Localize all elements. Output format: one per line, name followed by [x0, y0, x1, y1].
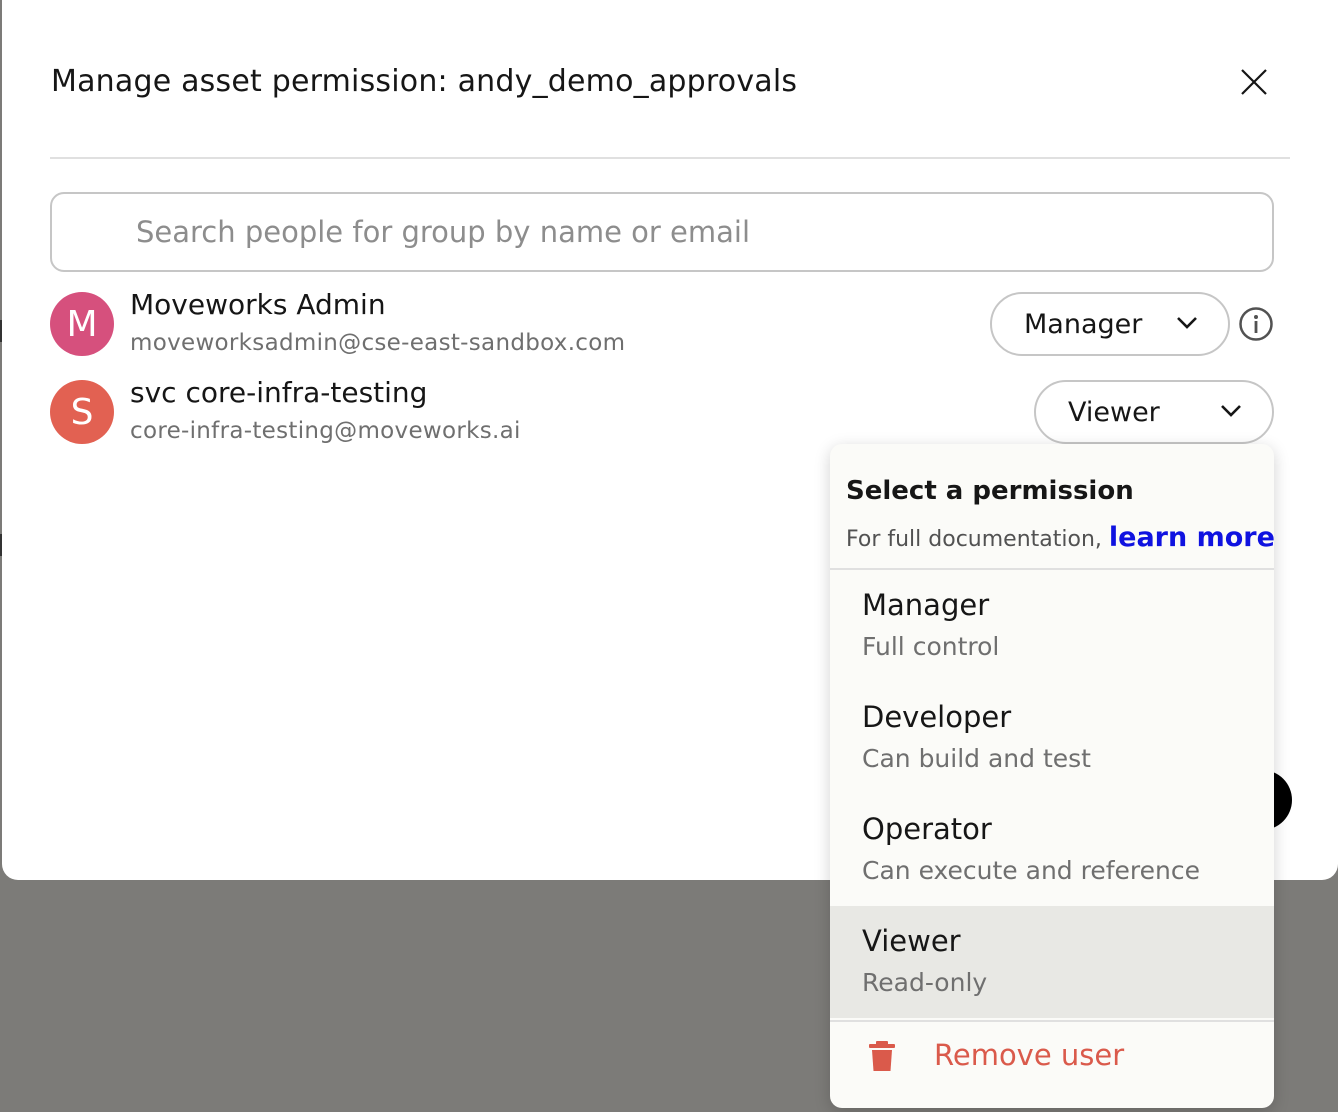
- chevron-down-icon: [1177, 317, 1197, 329]
- info-icon[interactable]: [1238, 306, 1274, 342]
- search-input[interactable]: [50, 192, 1274, 272]
- menu-item-description: Can execute and reference: [862, 856, 1200, 885]
- trash-icon: [869, 1041, 895, 1071]
- menu-item-viewer[interactable]: Viewer Read-only: [830, 906, 1274, 1018]
- permission-dropdown-label: Manager: [1024, 309, 1143, 340]
- menu-item-title: Manager: [862, 588, 990, 622]
- user-name: Moveworks Admin: [130, 288, 386, 321]
- menu-item-description: Full control: [862, 632, 1000, 661]
- menu-item-title: Operator: [862, 812, 992, 846]
- doc-prefix: For full documentation,: [846, 527, 1102, 552]
- avatar: S: [50, 380, 114, 444]
- learn-more-link[interactable]: learn more: [1109, 522, 1274, 553]
- menu-item-operator[interactable]: Operator Can execute and reference: [830, 794, 1274, 906]
- remove-user-label: Remove user: [934, 1038, 1125, 1072]
- permission-dropdown-manager[interactable]: Manager: [990, 292, 1230, 356]
- user-email: moveworksadmin@cse-east-sandbox.com: [130, 330, 626, 356]
- menu-item-manager[interactable]: Manager Full control: [830, 570, 1274, 682]
- menu-divider: [830, 1020, 1274, 1022]
- user-email: core-infra-testing@moveworks.ai: [130, 418, 521, 444]
- menu-item-title: Developer: [862, 700, 1012, 734]
- chevron-down-icon: [1221, 405, 1241, 417]
- permission-dropdown-label: Viewer: [1068, 397, 1160, 428]
- header-divider: [50, 157, 1290, 159]
- menu-item-description: Read-only: [862, 968, 988, 997]
- modal-title: Manage asset permission: andy_demo_appro…: [51, 64, 798, 99]
- menu-item-developer[interactable]: Developer Can build and test: [830, 682, 1274, 794]
- user-name: svc core-infra-testing: [130, 376, 428, 409]
- permission-dropdown-viewer[interactable]: Viewer: [1034, 380, 1274, 444]
- menu-heading: Select a permission: [846, 476, 1134, 506]
- menu-item-description: Can build and test: [862, 744, 1091, 773]
- permission-menu: Select a permission For full documentati…: [830, 444, 1274, 1108]
- close-button[interactable]: [1234, 62, 1274, 102]
- menu-item-title: Viewer: [862, 924, 961, 958]
- avatar: M: [50, 292, 114, 356]
- menu-doc-text: For full documentation, learn more: [846, 522, 1274, 553]
- close-icon: [1241, 69, 1267, 95]
- remove-user-button[interactable]: Remove user: [830, 1024, 1274, 1094]
